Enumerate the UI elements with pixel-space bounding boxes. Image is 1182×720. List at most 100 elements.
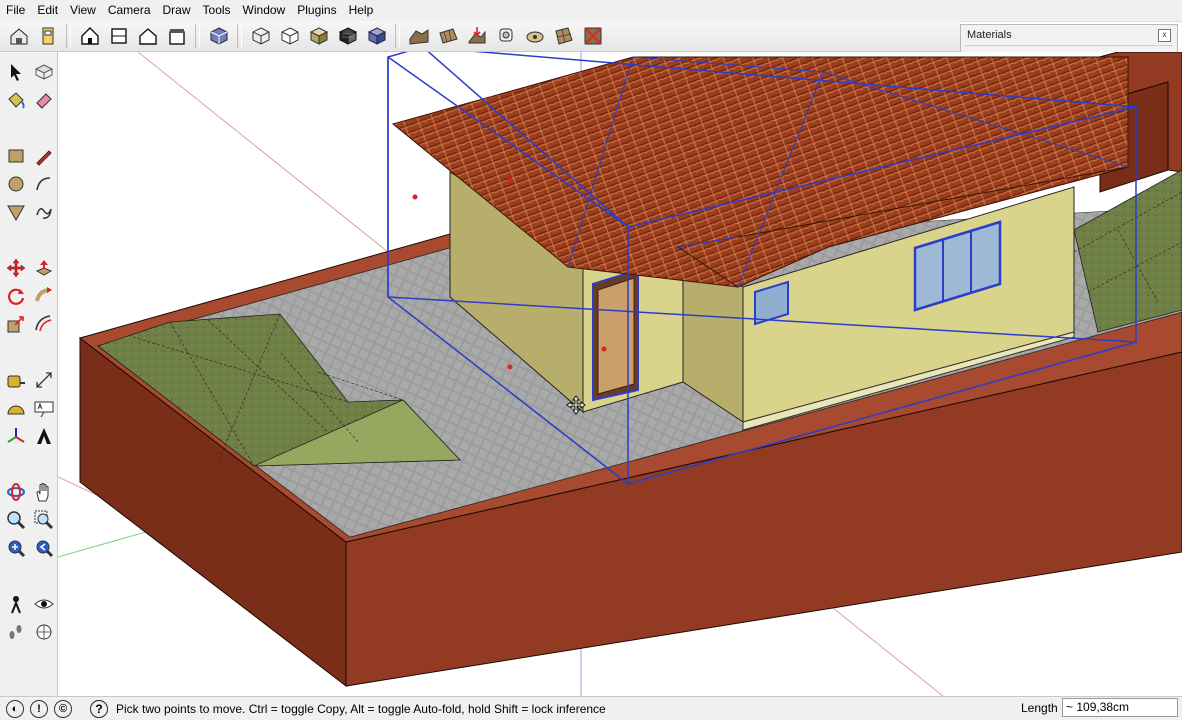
offset-tool[interactable] [30, 310, 58, 338]
user-icon[interactable]: © [54, 699, 72, 718]
magnifier-icon [7, 511, 26, 530]
shaded-button[interactable] [306, 23, 332, 49]
close-icon[interactable]: x [1158, 29, 1171, 42]
tools-gap [2, 450, 58, 454]
house-front-icon [138, 28, 157, 45]
materials-title: Materials [967, 29, 1012, 41]
stamp-icon [499, 28, 512, 42]
tape-measure-icon [7, 375, 25, 388]
3d-text-tool[interactable] [30, 422, 58, 450]
orbit-icon [7, 483, 25, 501]
cube-xray-icon [210, 27, 227, 45]
menu-edit[interactable]: Edit [31, 0, 64, 21]
tools-gap [2, 338, 58, 342]
length-label: Length [1021, 701, 1058, 715]
materials-panel[interactable]: Materials x [960, 24, 1178, 54]
look-around-tool[interactable] [30, 590, 58, 618]
circle-tool[interactable] [2, 170, 30, 198]
menu-draw[interactable]: Draw [157, 0, 197, 21]
paint-bucket-icon [8, 92, 25, 109]
3d-text-icon [37, 428, 51, 444]
hidden-line-button[interactable] [277, 23, 303, 49]
front-view-button[interactable] [135, 23, 161, 49]
stamp-button[interactable] [493, 23, 519, 49]
protractor-tool[interactable] [2, 394, 30, 422]
drape-button[interactable] [522, 23, 548, 49]
tape-measure-tool[interactable] [2, 366, 30, 394]
get-current-view-button[interactable] [6, 23, 32, 49]
menu-camera[interactable]: Camera [102, 0, 157, 21]
rectangle-tool[interactable] [2, 142, 30, 170]
house-right-icon [168, 29, 185, 45]
dimension-tool[interactable] [30, 366, 58, 394]
length-input[interactable]: ~ 109,38cm [1062, 698, 1178, 717]
model-viewport[interactable] [58, 52, 1182, 696]
eraser-tool[interactable] [30, 86, 58, 114]
line-tool[interactable] [30, 142, 58, 170]
follow-me-tool[interactable] [30, 282, 58, 310]
pencil-icon [36, 150, 52, 166]
menu-window[interactable]: Window [237, 0, 292, 21]
select-tool[interactable] [2, 58, 30, 86]
circle-icon [8, 176, 24, 192]
dimension-icon [36, 372, 52, 388]
model-canvas[interactable] [58, 52, 1182, 696]
pan-tool[interactable] [30, 478, 58, 506]
menu-help[interactable]: Help [343, 0, 380, 21]
scale-icon [7, 316, 24, 333]
scale-tool[interactable] [2, 310, 30, 338]
position-camera-tool[interactable] [2, 590, 30, 618]
zoom-extents-tool[interactable] [2, 534, 30, 562]
previous-view-tool[interactable] [30, 534, 58, 562]
freehand-tool[interactable] [30, 198, 58, 226]
wireframe-button[interactable] [248, 23, 274, 49]
arrow-cursor-icon [11, 64, 21, 81]
orbit-tool[interactable] [2, 478, 30, 506]
zoom-extents-icon [8, 540, 26, 558]
top-view-button[interactable] [106, 23, 132, 49]
make-component-tool[interactable] [30, 58, 58, 86]
move-tool[interactable] [2, 254, 30, 282]
shaded-textures-button[interactable] [335, 23, 361, 49]
flip-edge-button[interactable] [580, 23, 606, 49]
toolbar-separator [395, 24, 400, 48]
walk-tool[interactable] [2, 618, 30, 646]
credits-icon[interactable]: ! [30, 699, 48, 718]
previous-view-icon [36, 540, 54, 558]
move-icon [6, 258, 26, 278]
add-detail-button[interactable] [551, 23, 577, 49]
rectangle-icon [8, 149, 24, 163]
xray-button[interactable] [206, 23, 232, 49]
cube-monochrome-icon [367, 27, 386, 45]
share-model-button[interactable] [35, 23, 61, 49]
axes-tool[interactable] [2, 422, 30, 450]
menu-plugins[interactable]: Plugins [291, 0, 342, 21]
right-view-button[interactable] [164, 23, 190, 49]
sandbox-scratch-button[interactable] [435, 23, 461, 49]
smoove-icon [468, 27, 485, 44]
footprints-icon [9, 625, 22, 639]
text-tool[interactable] [30, 394, 58, 422]
rotate-tool[interactable] [2, 282, 30, 310]
zoom-window-tool[interactable] [30, 506, 58, 534]
help-icon[interactable]: ? [90, 699, 108, 718]
menu-view[interactable]: View [64, 0, 102, 21]
geo-location-icon[interactable]: ◐ [6, 699, 24, 718]
polygon-tool[interactable] [2, 198, 30, 226]
push-pull-tool[interactable] [30, 254, 58, 282]
iso-view-button[interactable] [77, 23, 103, 49]
menu-file[interactable]: File [0, 0, 31, 21]
menu-bar: File Edit View Camera Draw Tools Window … [0, 0, 1182, 22]
menu-tools[interactable]: Tools [197, 0, 237, 21]
sandbox-contours-button[interactable] [406, 23, 432, 49]
zoom-tool[interactable] [2, 506, 30, 534]
freehand-icon [36, 208, 52, 219]
section-plane-tool[interactable] [30, 618, 58, 646]
smoove-button[interactable] [464, 23, 490, 49]
monochrome-button[interactable] [364, 23, 390, 49]
status-message: Pick two points to move. Ctrl = toggle C… [116, 701, 606, 716]
arc-tool[interactable] [30, 170, 58, 198]
cube-shaded-icon [309, 27, 328, 45]
paint-bucket-tool[interactable] [2, 86, 30, 114]
toolbar-separator [66, 24, 71, 48]
